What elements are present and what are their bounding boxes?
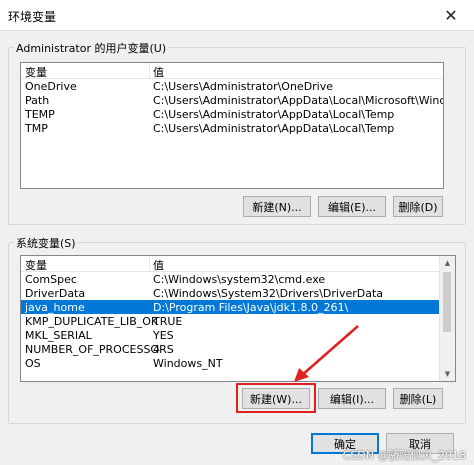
annotation-arrow-icon [294, 325, 359, 382]
watermark: CSDN @骄阳似火_2018 [342, 449, 466, 462]
